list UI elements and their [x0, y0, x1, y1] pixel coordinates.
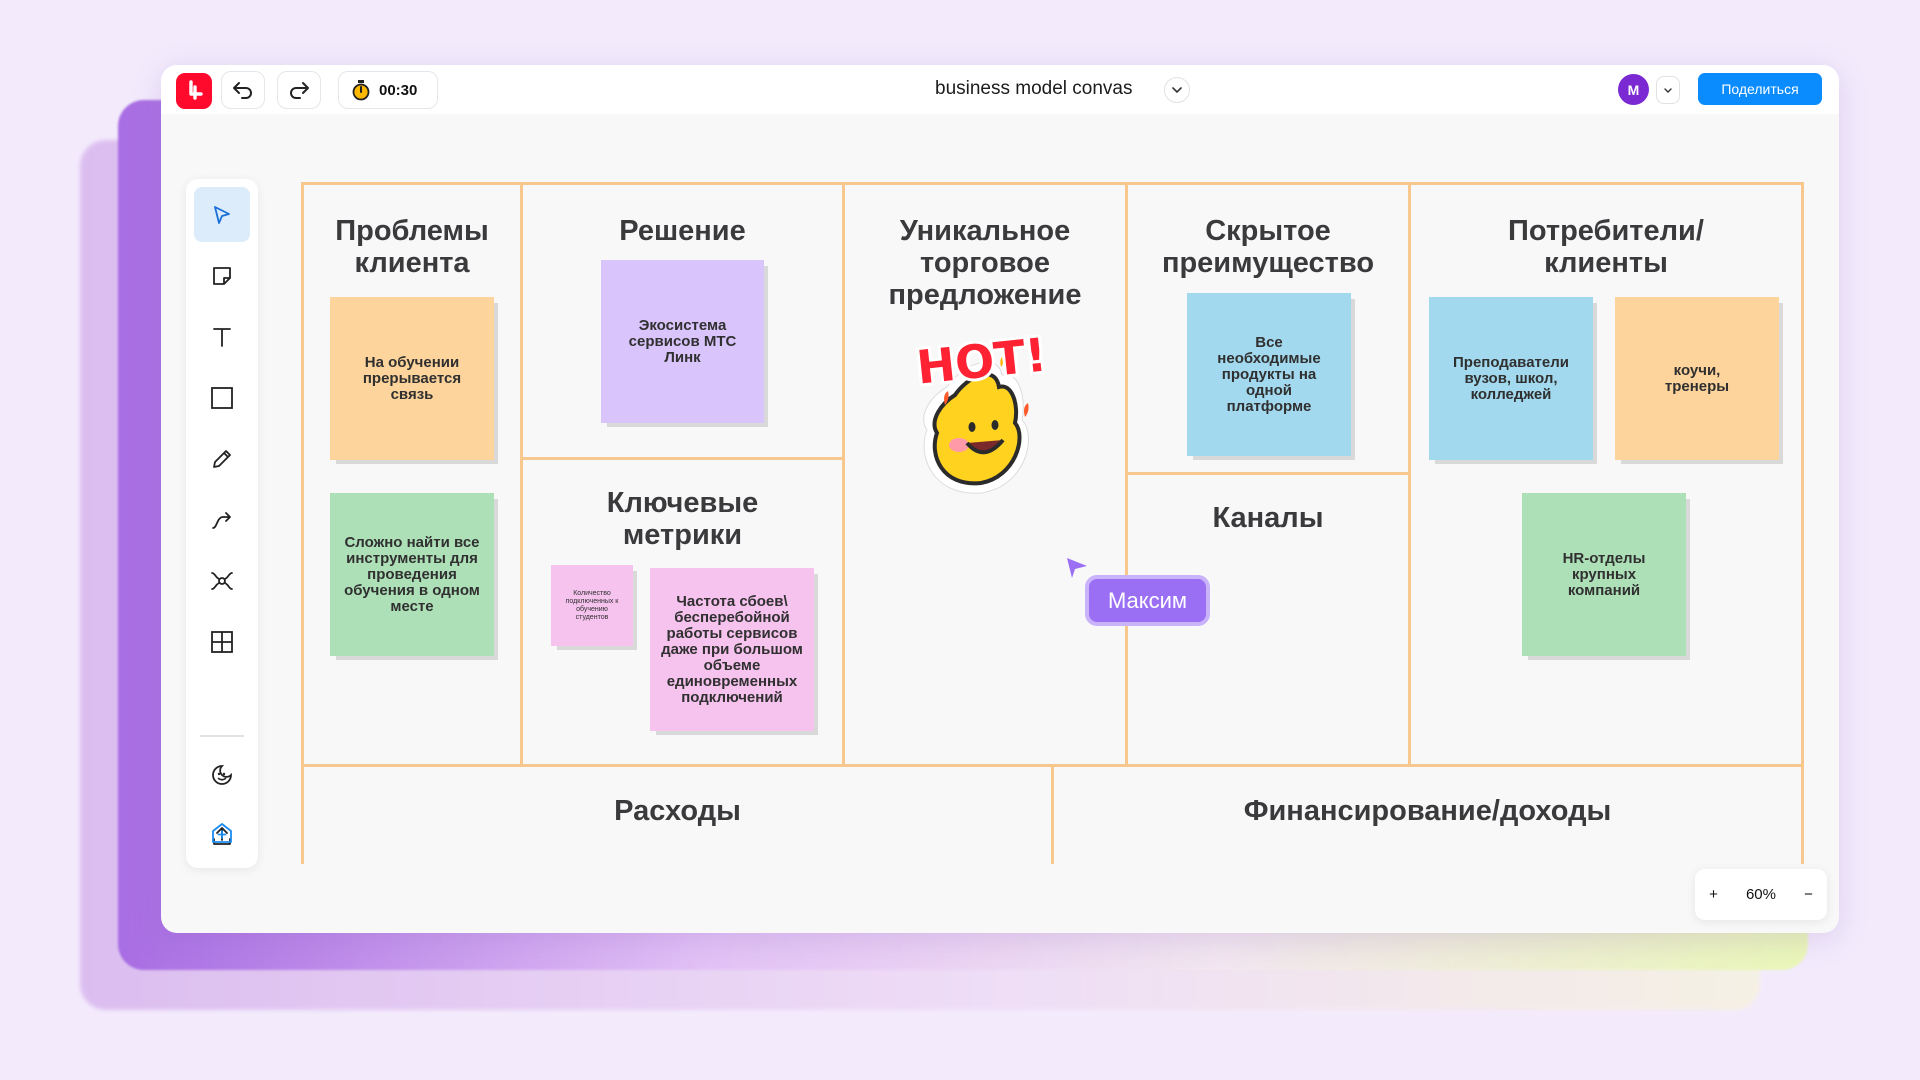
rectangle-tool[interactable] [194, 370, 250, 425]
sticky-note-problem[interactable]: На обучении прерывается связь [330, 297, 494, 460]
left-toolbar [186, 179, 258, 868]
zoom-level[interactable]: 60% [1746, 886, 1776, 903]
sticky-note-problem[interactable]: Сложно найти все инструменты для проведе… [330, 493, 494, 656]
sticker-text: HOT! [914, 327, 1049, 394]
sticky-text: Преподаватели вузов, школ, колледжей [1453, 353, 1569, 403]
sticky-note-tool[interactable] [194, 248, 250, 303]
collaborator-name-label: Максим [1085, 575, 1210, 626]
sticky-note-metric[interactable]: Частота сбоев\ бесперебойной работы серв… [650, 568, 814, 731]
undo-button[interactable] [221, 71, 265, 109]
section-title: Уникальное торговое предложение [888, 215, 1082, 311]
sticky-note-customer[interactable]: HR-отделы крупных компаний [1522, 493, 1686, 656]
redo-icon [290, 82, 309, 99]
section-title: Финансирование/доходы [1243, 795, 1612, 827]
section-title: Каналы [1212, 502, 1324, 534]
table-icon [211, 630, 233, 653]
timer-button[interactable]: 00:30 [338, 71, 438, 109]
section-title: Проблемы клиента [335, 215, 489, 279]
connector-icon [212, 511, 231, 529]
text-icon [213, 327, 231, 347]
zoom-out-button[interactable]: − [1804, 886, 1813, 903]
top-bar: 00:30 business model convas M Поделиться [161, 65, 1839, 114]
sticky-text: коучи, тренеры [1664, 361, 1730, 395]
section-title: Потребители/ клиенты [1508, 215, 1704, 279]
mindmap-icon [211, 571, 233, 590]
sticky-text: Экосистема сервисов МТС Линк [628, 316, 737, 366]
sticky-text: Сложно найти все инструменты для проведе… [344, 533, 480, 615]
zoom-in-button[interactable]: + [1709, 886, 1718, 903]
sticky-note-metric[interactable]: Количество подключенных к обучению студе… [551, 565, 633, 646]
section-customers: Потребители/ клиенты [1408, 182, 1804, 767]
sticky-text: Частота сбоев\ бесперебойной работы серв… [661, 592, 803, 706]
sticker-icon [212, 764, 232, 785]
mindmap-tool[interactable] [194, 553, 250, 608]
sticky-text: На обучении прерывается связь [362, 353, 462, 403]
add-board-icon [212, 822, 232, 843]
sticky-text: Количество подключенных к обучению студе… [565, 589, 619, 621]
rectangle-icon [211, 386, 233, 409]
sticky-note-solution[interactable]: Экосистема сервисов МТС Линк [601, 260, 764, 423]
zoom-controls: + 60% − [1695, 869, 1827, 920]
app-window: 00:30 business model convas M Поделиться [161, 65, 1839, 933]
section-problems: Проблемы клиента [301, 182, 523, 767]
redo-button[interactable] [277, 71, 321, 109]
sticker-tool[interactable] [194, 747, 250, 802]
hot-sticker[interactable]: HOT! [887, 325, 1077, 500]
lean-canvas-board: Проблемы клиента Решение Ключевые метрик… [301, 182, 1804, 864]
undo-icon [233, 82, 252, 99]
avatar[interactable]: M [1618, 74, 1649, 105]
collaborator-cursor-icon [1067, 558, 1087, 578]
pencil-icon [213, 449, 231, 468]
pencil-tool[interactable] [194, 431, 250, 486]
board-menu-button[interactable] [1164, 77, 1190, 103]
chevron-down-icon [1664, 87, 1672, 93]
select-tool[interactable] [194, 187, 250, 242]
section-title: Ключевые метрики [606, 487, 759, 551]
section-title: Скрытое преимущество [1161, 215, 1375, 279]
table-tool[interactable] [194, 614, 250, 669]
section-title: Расходы [614, 795, 741, 827]
stopwatch-icon [352, 80, 370, 101]
sticky-text: HR-отделы крупных компаний [1562, 549, 1646, 599]
app-logo-icon[interactable] [176, 73, 212, 109]
sticky-note-icon [213, 266, 231, 285]
sticky-text: Все необходимые продукты на одной платфо… [1217, 333, 1321, 415]
board-title[interactable]: business model convas [935, 78, 1133, 100]
timer-value: 00:30 [379, 81, 418, 99]
share-button[interactable]: Поделиться [1698, 73, 1822, 105]
sticky-note-customer[interactable]: коучи, тренеры [1615, 297, 1779, 460]
section-costs: Расходы [301, 764, 1054, 864]
connector-tool[interactable] [194, 492, 250, 547]
section-title: Решение [619, 215, 746, 247]
participants-menu-button[interactable] [1656, 76, 1680, 104]
add-board-tool[interactable] [194, 805, 250, 860]
cursor-icon [214, 205, 230, 224]
text-tool[interactable] [194, 309, 250, 364]
sticky-note-advantage[interactable]: Все необходимые продукты на одной платфо… [1187, 293, 1351, 456]
section-revenue: Финансирование/доходы [1051, 764, 1804, 864]
toolbar-divider [200, 735, 244, 737]
sticky-note-customer[interactable]: Преподаватели вузов, школ, колледжей [1429, 297, 1593, 460]
chevron-down-icon [1172, 87, 1182, 93]
